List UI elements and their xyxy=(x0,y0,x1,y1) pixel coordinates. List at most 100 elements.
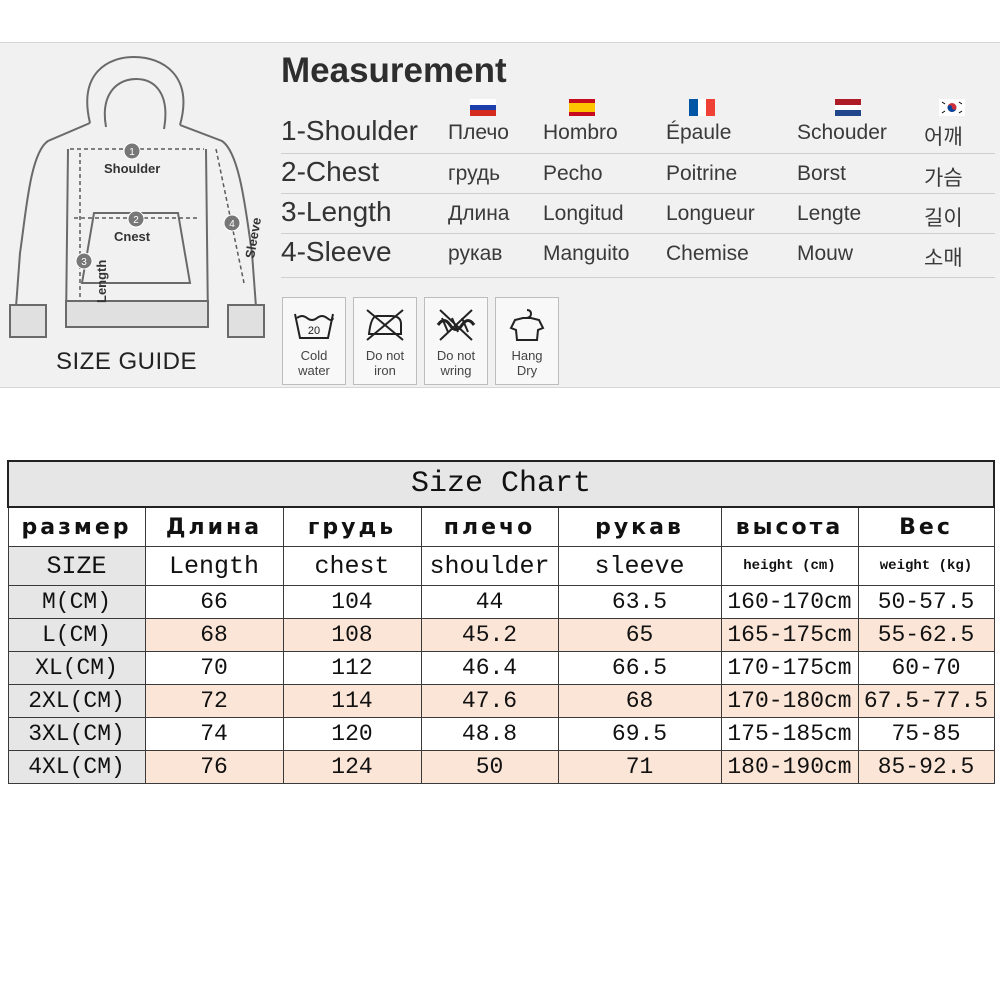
do-not-wring-icon xyxy=(436,309,476,341)
weight-cell: 67.5-77.5 xyxy=(857,684,995,718)
term-ru: грудь xyxy=(448,162,501,185)
chest-cell: 112 xyxy=(282,651,422,685)
shoulder-cell: 47.6 xyxy=(420,684,559,718)
marker-4: 4 xyxy=(229,219,235,230)
size-cell: 2XL(CM) xyxy=(7,684,146,718)
term-es: Hombro xyxy=(543,121,618,144)
weight-cell: 60-70 xyxy=(857,651,995,685)
divider xyxy=(281,193,995,194)
length-cell: 68 xyxy=(144,618,284,652)
size-cell: 4XL(CM) xyxy=(7,750,146,784)
divider xyxy=(281,277,995,278)
weight-cell: 50-57.5 xyxy=(857,585,995,619)
shoulder-cell: 45.2 xyxy=(420,618,559,652)
wash-temperature: 20 xyxy=(308,325,320,337)
weight-cell: 55-62.5 xyxy=(857,618,995,652)
term-es: Pecho xyxy=(543,162,603,185)
weight-cell: 85-92.5 xyxy=(857,750,995,784)
column-header: height (cm) xyxy=(720,546,859,586)
column-header: SIZE xyxy=(7,546,146,586)
term-nl: Lengte xyxy=(797,202,862,225)
hood-outline xyxy=(86,55,185,126)
term-fr: Épaule xyxy=(666,121,732,144)
care-label: Do not wring xyxy=(436,348,476,378)
shoulder-label: Shoulder xyxy=(104,161,160,176)
height-cell: 175-185cm xyxy=(720,717,859,751)
term-fr: Chemise xyxy=(666,242,749,265)
sleeve-cell: 71 xyxy=(557,750,722,784)
term-en: 2-Chest xyxy=(281,156,380,187)
term-en: 3-Length xyxy=(281,196,392,227)
term-es: Longitud xyxy=(543,202,624,225)
table-row: M(CM) 66 104 44 63.5 160-170cm 50-57.5 xyxy=(7,585,995,619)
term-ko: 길이 xyxy=(924,207,963,230)
sleeve-cell: 66.5 xyxy=(557,651,722,685)
size-guide-label: SIZE GUIDE xyxy=(56,348,198,375)
length-cell: 70 xyxy=(144,651,284,685)
column-header: chest xyxy=(282,546,422,586)
care-cold-water: 20 Cold water xyxy=(282,297,346,385)
size-cell: M(CM) xyxy=(7,585,146,619)
measurement-row: 1-Shoulder Плечо Hombro Épaule Schouder … xyxy=(281,115,995,155)
measurement-row: 4-Sleeve рукав Manguito Chemise Mouw 소매 xyxy=(281,236,995,276)
hoodie-diagram: 1 2 3 4 Shoulder Cnest Length Sleeve xyxy=(9,55,265,338)
term-nl: Mouw xyxy=(797,242,854,265)
height-cell: 165-175cm xyxy=(720,618,859,652)
column-header: высота xyxy=(720,506,859,547)
table-row: XL(CM) 70 112 46.4 66.5 170-175cm 60-70 xyxy=(7,651,995,685)
column-header: Вес xyxy=(857,506,995,547)
chest-cell: 104 xyxy=(282,585,422,619)
hang-dry-icon xyxy=(509,309,545,341)
header-row-english: SIZE Length chest shoulder sleeve height… xyxy=(7,546,995,586)
divider xyxy=(281,153,995,154)
length-cell: 66 xyxy=(144,585,284,619)
korea-flag-icon xyxy=(939,99,965,116)
measurement-guide: 1 2 3 4 Shoulder Cnest Length Sleeve SIZ… xyxy=(0,42,1000,388)
divider xyxy=(281,233,995,234)
term-nl: Borst xyxy=(797,162,847,185)
column-header: shoulder xyxy=(420,546,559,586)
size-cell: 3XL(CM) xyxy=(7,717,146,751)
column-header: грудь xyxy=(282,506,422,547)
column-header: sleeve xyxy=(557,546,722,586)
shoulder-cell: 48.8 xyxy=(420,717,559,751)
measurement-title: Measurement xyxy=(281,51,507,90)
care-do-not-wring: Do not wring xyxy=(424,297,488,385)
chest-cell: 120 xyxy=(282,717,422,751)
term-fr: Longueur xyxy=(666,202,755,225)
sleeve-cell: 68 xyxy=(557,684,722,718)
term-es: Manguito xyxy=(543,242,630,265)
sleeve-cell: 65 xyxy=(557,618,722,652)
size-chart-title: Size Chart xyxy=(7,460,995,508)
care-label: Cold water xyxy=(298,348,330,378)
care-label: Do not iron xyxy=(365,348,405,378)
chest-label: Cnest xyxy=(114,229,151,244)
term-ru: Длина xyxy=(448,202,510,225)
chest-cell: 114 xyxy=(282,684,422,718)
column-header: Length xyxy=(144,546,284,586)
length-cell: 72 xyxy=(144,684,284,718)
term-nl: Schouder xyxy=(797,121,887,144)
spain-flag-icon xyxy=(569,99,595,116)
cold-water-wash-icon: 20 xyxy=(294,313,334,339)
sleeve-cell: 63.5 xyxy=(557,585,722,619)
care-hang-dry: Hang Dry xyxy=(495,297,559,385)
table-row: 3XL(CM) 74 120 48.8 69.5 175-185cm 75-85 xyxy=(7,717,995,751)
table-row: 4XL(CM) 76 124 50 71 180-190cm 85-92.5 xyxy=(7,750,995,784)
size-chart-table: Size Chart размер Длина грудь плечо рука… xyxy=(7,460,995,784)
marker-3: 3 xyxy=(81,257,87,268)
shoulder-cell: 50 xyxy=(420,750,559,784)
column-header: плечо xyxy=(420,506,559,547)
term-ko: 어깨 xyxy=(924,126,963,149)
measurement-row: 2-Chest грудь Pecho Poitrine Borst 가슴 xyxy=(281,156,995,196)
chest-cell: 124 xyxy=(282,750,422,784)
height-cell: 160-170cm xyxy=(720,585,859,619)
size-cell: XL(CM) xyxy=(7,651,146,685)
column-header: рукав xyxy=(557,506,722,547)
do-not-iron-icon xyxy=(366,309,404,341)
term-en: 4-Sleeve xyxy=(281,236,392,267)
chest-cell: 108 xyxy=(282,618,422,652)
table-row: 2XL(CM) 72 114 47.6 68 170-180cm 67.5-77… xyxy=(7,684,995,718)
term-ko: 가슴 xyxy=(924,167,963,190)
term-ru: Плечо xyxy=(448,121,509,144)
